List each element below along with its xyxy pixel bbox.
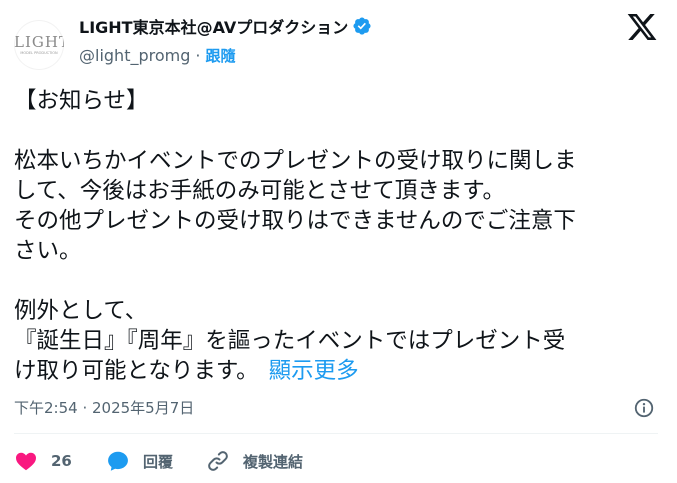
x-logo-icon[interactable] xyxy=(626,11,658,43)
reply-button[interactable]: 回覆 xyxy=(106,446,173,476)
like-count: 26 xyxy=(51,452,72,470)
show-more-link[interactable]: 顯示更多 xyxy=(269,358,359,384)
tweet-text: 【お知らせ】 松本いちかイベントでのプレゼントの受け取りに関しま して、今後はお… xyxy=(14,86,654,386)
reply-label: 回覆 xyxy=(143,452,174,471)
tweet-text-last-line: け取り可能となります。 顯示更多 xyxy=(14,356,654,386)
reply-bubble-icon xyxy=(108,451,128,471)
tweet-text-line: 例外として、 xyxy=(14,298,148,324)
separator-dot: · xyxy=(195,45,201,65)
copy-link-button[interactable]: 複製連結 xyxy=(206,446,303,476)
divider xyxy=(14,433,658,434)
timestamp[interactable]: 下午2:54 · 2025年5月7日 xyxy=(14,397,194,418)
follow-button[interactable]: 跟隨 xyxy=(205,45,235,66)
action-bar: 26 回覆 複製連結 xyxy=(14,446,658,476)
tweet-text-line: 『誕生日』『周年』を謳ったイベントではプレゼント受 xyxy=(14,328,566,354)
heart-icon xyxy=(16,452,36,471)
copy-link-label: 複製連結 xyxy=(243,452,304,471)
tweet-text-line: さい。 xyxy=(14,238,82,264)
verified-badge-icon xyxy=(353,17,371,35)
avatar-logo-text: LIGHT xyxy=(14,33,64,51)
avatar-sub-text: MODEL PRODUCTION xyxy=(20,51,58,55)
handle-row: @light_promg · 跟隨 xyxy=(79,44,235,66)
like-button[interactable]: 26 xyxy=(14,446,72,476)
author-name-row: LIGHT東京本社@AVプロダクション xyxy=(79,14,372,38)
author-handle[interactable]: @light_promg xyxy=(79,46,190,65)
tweet-text-line: 【お知らせ】 xyxy=(14,88,149,114)
tweet-text-line: して、今後はお手紙のみ可能とさせて頂きます。 xyxy=(14,178,505,204)
tweet-text-line: け取り可能となります。 xyxy=(14,358,259,384)
info-icon[interactable] xyxy=(633,397,655,419)
tweet-text-line: 松本いちかイベントでのプレゼントの受け取りに関しま xyxy=(14,148,577,174)
avatar[interactable]: LIGHT MODEL PRODUCTION xyxy=(14,20,64,70)
link-icon xyxy=(208,451,228,471)
display-name[interactable]: LIGHT東京本社@AVプロダクション xyxy=(79,14,348,38)
tweet-text-line: その他プレゼントの受け取りはできませんのでご注意下 xyxy=(14,208,576,234)
tweet-card: LIGHT MODEL PRODUCTION LIGHT東京本社@AVプロダクシ… xyxy=(0,0,677,483)
